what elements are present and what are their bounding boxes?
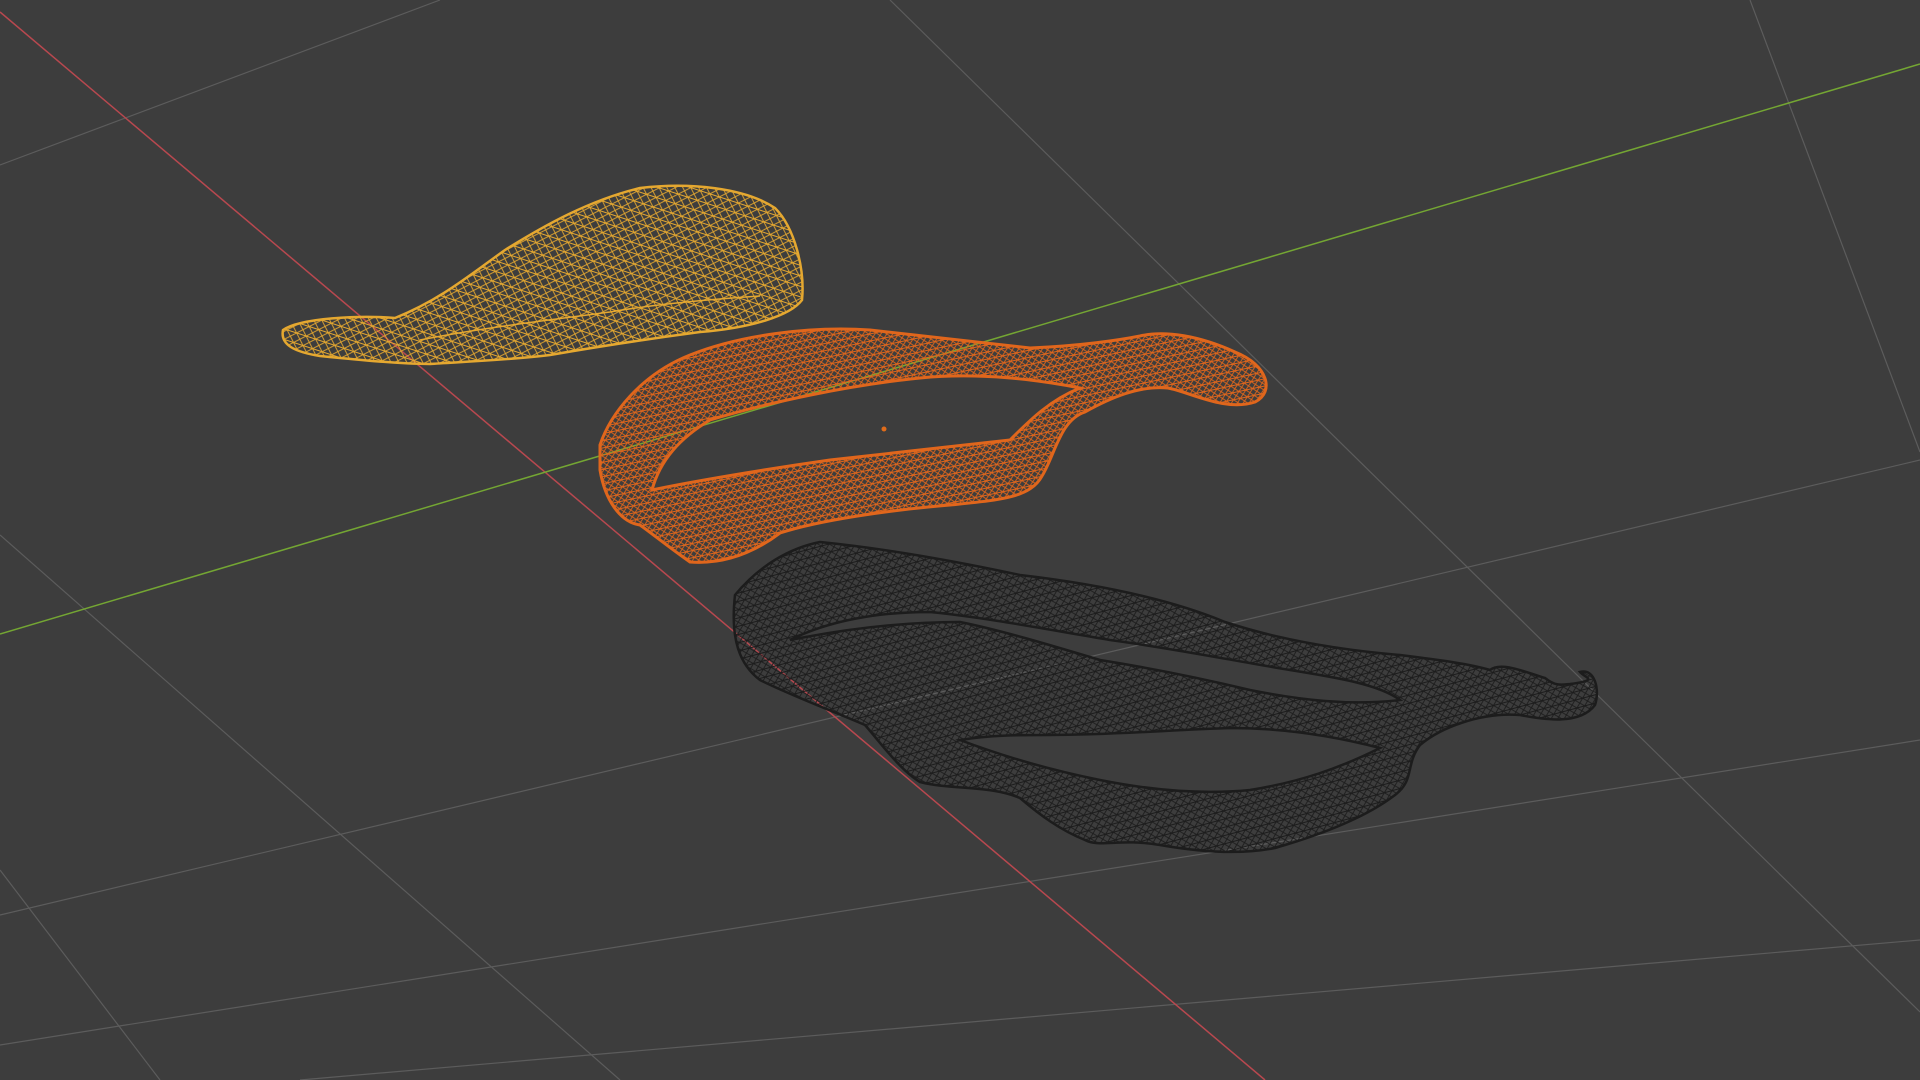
grid-line xyxy=(1749,0,1920,453)
mesh-top-wireframe xyxy=(281,184,804,366)
mesh-bottom-wireframe xyxy=(732,540,1599,854)
mesh-bottom[interactable] xyxy=(732,540,1599,854)
mesh-middle[interactable] xyxy=(598,327,1268,564)
mesh-middle-wireframe xyxy=(598,327,1268,564)
grid-line xyxy=(299,939,1920,1080)
grid-line xyxy=(0,0,441,166)
object-origin-marker xyxy=(881,426,887,432)
grid-line xyxy=(0,869,161,1080)
grid-line xyxy=(889,0,1920,1013)
viewport-scene[interactable] xyxy=(0,0,1920,1080)
mesh-top[interactable] xyxy=(281,184,804,366)
x-axis-line xyxy=(0,11,1266,1080)
3d-viewport[interactable] xyxy=(0,0,1920,1080)
grid-line xyxy=(0,534,621,1080)
floor-grid xyxy=(0,0,1920,1080)
